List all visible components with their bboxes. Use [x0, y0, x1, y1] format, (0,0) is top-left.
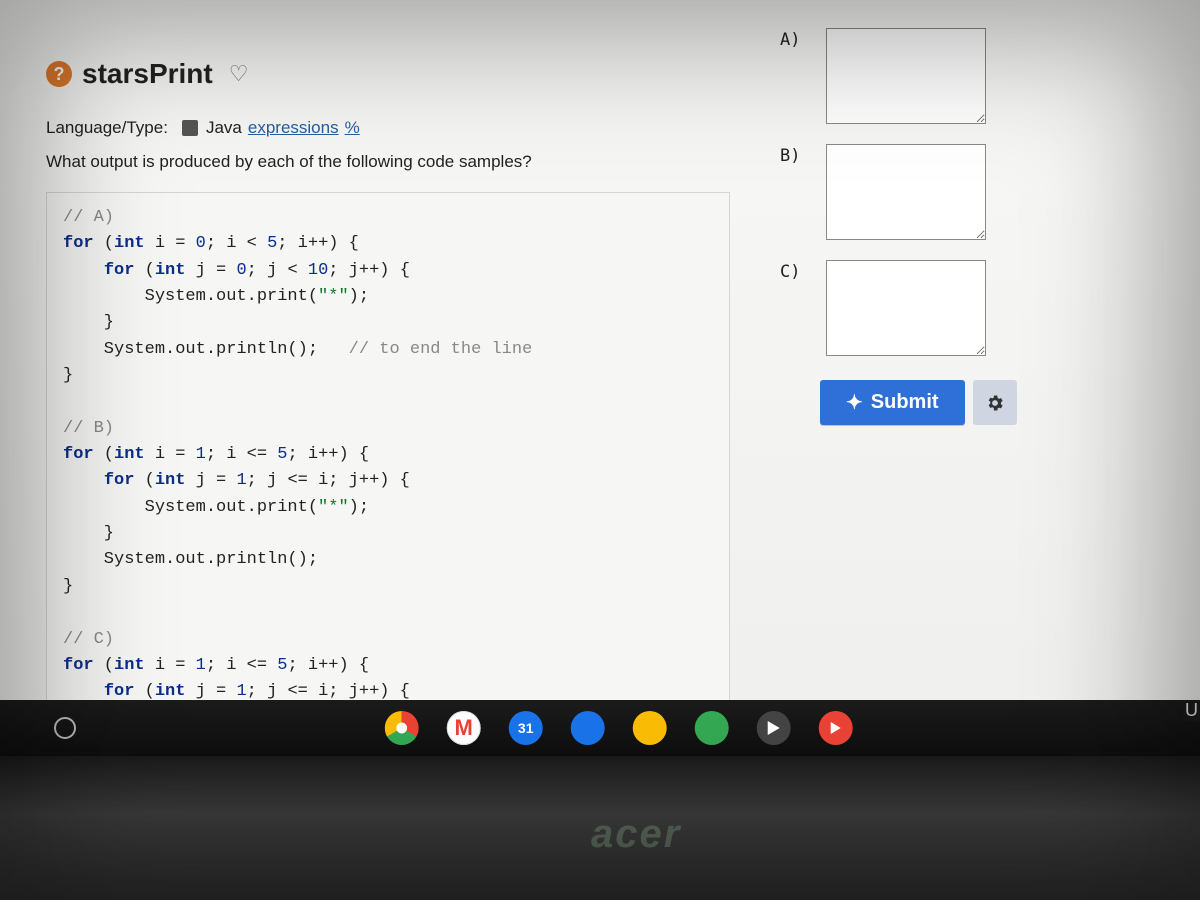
settings-button[interactable] — [973, 380, 1017, 425]
taskbar: M 31 — [0, 700, 1200, 756]
problem-prompt: What output is produced by each of the f… — [46, 152, 730, 172]
chrome-icon[interactable] — [385, 711, 419, 745]
tag-link-expressions[interactable]: expressions — [248, 118, 339, 138]
play-icon[interactable] — [757, 711, 791, 745]
tag-link-percent[interactable]: % — [345, 118, 360, 138]
answer-label-b: B) — [780, 144, 816, 166]
submit-label: Submit — [871, 391, 939, 414]
docs-icon[interactable] — [633, 711, 667, 745]
files-icon[interactable] — [571, 711, 605, 745]
answer-label-c: C) — [780, 260, 816, 282]
answer-input-c[interactable] — [826, 260, 986, 356]
submit-indicator-icon: ✦ — [846, 390, 863, 415]
question-icon: ? — [46, 61, 72, 87]
youtube-icon[interactable] — [819, 711, 853, 745]
answer-label-a: A) — [780, 28, 816, 50]
answer-input-b[interactable] — [826, 144, 986, 240]
gmail-icon[interactable]: M — [447, 711, 481, 745]
calendar-icon[interactable]: 31 — [509, 711, 543, 745]
brand-logo: acer — [591, 812, 681, 857]
edge-letter: U — [1183, 700, 1200, 721]
answer-input-a[interactable] — [826, 28, 986, 124]
java-icon — [182, 120, 198, 136]
problem-title: starsPrint — [82, 58, 213, 90]
meta-language: Java — [206, 118, 242, 138]
camera-icon[interactable] — [695, 711, 729, 745]
meta-label: Language/Type: — [46, 118, 168, 138]
launcher-icon[interactable] — [54, 717, 76, 739]
submit-button[interactable]: ✦ Submit — [820, 380, 965, 425]
gear-icon — [985, 393, 1005, 413]
favorite-icon[interactable]: ♡ — [229, 61, 249, 87]
